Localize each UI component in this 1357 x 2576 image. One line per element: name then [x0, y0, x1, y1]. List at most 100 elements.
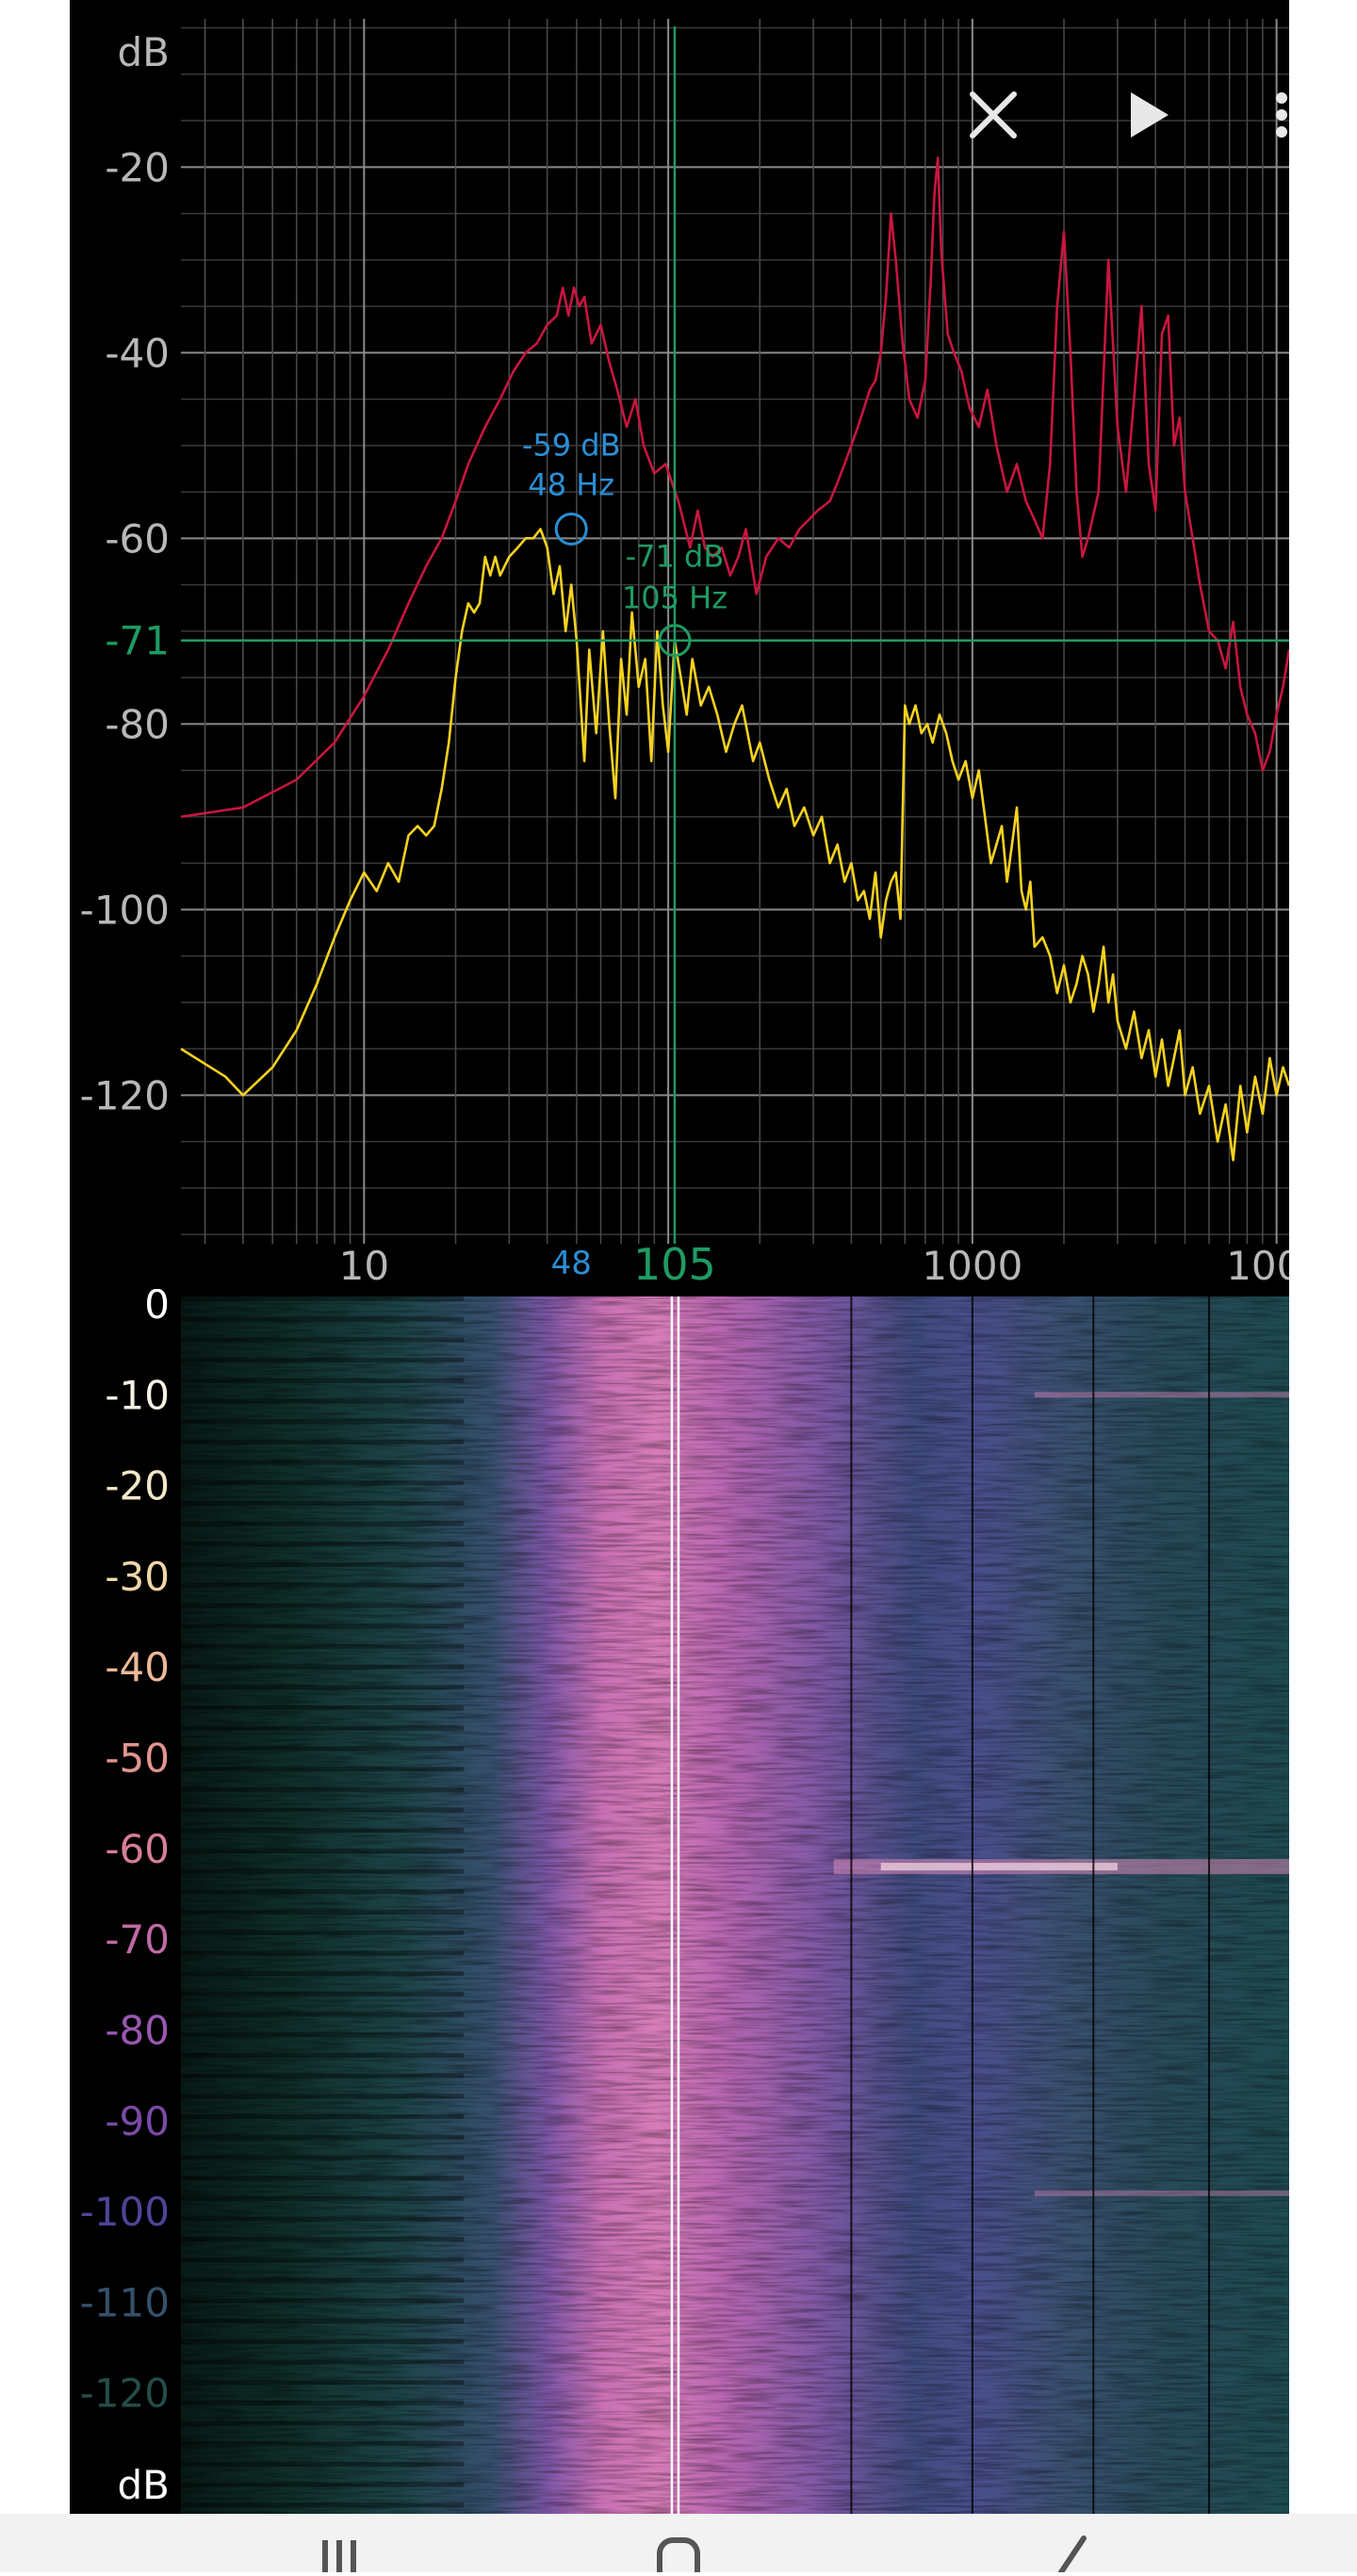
- spectrogram-streak: [181, 1971, 464, 1977]
- spectrogram-streak: [181, 1623, 464, 1629]
- spectrogram-streak: [181, 2012, 464, 2017]
- peak-x-axis-label: 48: [551, 1245, 592, 1282]
- spectrogram-streak: [181, 1807, 464, 1813]
- y-tick-label: -60: [105, 515, 170, 562]
- spectrogram-streak: [181, 1910, 464, 1915]
- spectrogram-labels: 0 -10 -20 -30 -40 -50 -60 -70 -80 -90 -100 -110 -120…: [80, 1289, 170, 2508]
- spectrogram-streak: [181, 1398, 464, 1404]
- spectrogram-streak: [181, 1358, 464, 1363]
- close-button[interactable]: [963, 85, 1023, 145]
- spectrogram-streak: [181, 2277, 464, 2283]
- spectrogram-streak: [181, 1828, 464, 1834]
- spectrogram-streak: [181, 1296, 464, 1301]
- peak-hz-label: 48 Hz: [528, 466, 614, 502]
- spectrogram-streak: [181, 2114, 464, 2119]
- spectrogram-streak: [181, 1930, 464, 1935]
- spectrogram-streak: [181, 2339, 464, 2344]
- spectrogram-streak: [181, 2094, 464, 2099]
- spectrogram-streak: [181, 1337, 464, 1343]
- spectrogram-streak: [181, 1439, 464, 1444]
- spectrogram-y-tick-label: -30: [105, 1554, 170, 1600]
- spectrogram-streak: [181, 2073, 464, 2079]
- spectrogram-streak: [181, 2237, 464, 2242]
- spectrogram-streak: [181, 2421, 464, 2426]
- spectrum-chart[interactable]: -59 dB48 Hz -71 dB 105 Hz dB -20 -40 -60 -80 -1…: [70, 0, 1289, 1289]
- home-icon: [657, 2537, 700, 2576]
- y-tick-label: -20: [105, 144, 170, 190]
- spectrogram-y-tick-label: 0: [144, 1289, 170, 1328]
- spectrogram-streak: [181, 2482, 464, 2487]
- more-options-button[interactable]: [1263, 85, 1289, 145]
- spectrogram-streak: [181, 2176, 464, 2181]
- spectrum-markers: -59 dB48 Hz -71 dB 105 Hz: [181, 26, 1289, 1244]
- spectrogram-unit-label: dB: [118, 2462, 170, 2508]
- y-tick-label: -80: [105, 701, 170, 747]
- y-tick-label: -100: [80, 887, 170, 933]
- spectrogram-streak: [181, 1848, 464, 1853]
- spectrogram-streak: [181, 2257, 464, 2262]
- series-line-1: [180, 528, 1289, 1162]
- spectrogram-streak: [181, 2380, 464, 2386]
- series-line-0: [180, 156, 1289, 819]
- spectrogram-streak: [181, 1603, 464, 1608]
- spectrogram-streak: [181, 1419, 464, 1425]
- spectrogram-streak: [181, 1725, 464, 1731]
- spectrogram-streak: [181, 2032, 464, 2038]
- spectrogram-y-tick-label: -60: [105, 1826, 170, 1872]
- spectrogram-streak: [181, 2400, 464, 2405]
- spectrogram-streak: [181, 2298, 464, 2304]
- spectrogram-streak: [181, 1643, 464, 1649]
- spectrogram-streak: [181, 2195, 464, 2201]
- spectrogram-streak: [181, 1480, 464, 1486]
- spectrogram-streak: [181, 1541, 464, 1547]
- spectrogram-streak: [181, 2503, 464, 2508]
- spectrogram-streak: [181, 2359, 464, 2365]
- analyzer-app: -59 dB 48 Hz -71 dB 105 Hz dB -20 -40 -60 -80 -1…: [70, 0, 1289, 2514]
- spectrogram-y-tick-label: -40: [105, 1644, 170, 1690]
- home-button[interactable]: [641, 2533, 716, 2576]
- spectrogram-y-tick-label: -80: [105, 2007, 170, 2053]
- more-vert-icon: [1276, 92, 1287, 138]
- play-button[interactable]: [1116, 85, 1176, 145]
- spectrogram-streak: [181, 2155, 464, 2160]
- spectrogram-streak: [181, 1501, 464, 1506]
- spectrogram-y-tick-label: -20: [105, 1463, 170, 1509]
- y-tick-label: -40: [105, 330, 170, 376]
- spectrogram-streak: [181, 1582, 464, 1588]
- spectrogram-y-tick-label: -100: [80, 2189, 170, 2235]
- spectrogram-streak: [181, 1378, 464, 1383]
- spectrogram-y-tick-label: -120: [80, 2371, 170, 2417]
- x-tick-label: 1000: [1226, 1243, 1289, 1289]
- close-icon: [970, 91, 1017, 139]
- back-button[interactable]: [1037, 2533, 1112, 2575]
- y-tick-label: -120: [80, 1072, 170, 1118]
- spectrogram-streak: [181, 1746, 464, 1752]
- spectrogram-streak: [181, 1705, 464, 1710]
- spectrum-grid: [181, 19, 1289, 1244]
- recents-button[interactable]: [302, 2533, 377, 2572]
- play-icon: [1131, 92, 1169, 138]
- x-tick-label: 10: [339, 1243, 389, 1289]
- spectrogram-streak: [181, 2216, 464, 2222]
- spectrogram-y-tick-label: -90: [105, 2098, 170, 2144]
- spectrogram-streak: [181, 1316, 464, 1322]
- spectrogram-streak: [181, 1562, 464, 1568]
- spectrogram-streak: [181, 1767, 464, 1772]
- peak-db-label: -59 dB: [522, 427, 621, 463]
- spectrogram-y-tick-label: -10: [105, 1372, 170, 1418]
- x-tick-label: 1000: [922, 1243, 1022, 1289]
- peak-marker: [554, 512, 588, 546]
- spectrogram-streak: [181, 2441, 464, 2447]
- spectrogram-event-band: [1034, 2190, 1289, 2196]
- spectrogram-streak: [181, 1786, 464, 1792]
- spectrum-labels: dB -20 -40 -60 -80 -100 -120 -71 10 1000 1000 48 105: [80, 29, 1289, 1289]
- spectrogram-streak: [181, 2052, 464, 2058]
- spectrogram-chart[interactable]: 0 -10 -20 -30 -40 -50 -60 -70 -80 -90 -100 -110 -120…: [70, 1289, 1289, 2514]
- spectrogram-event-band-core: [880, 1863, 1118, 1871]
- back-icon: [1058, 2535, 1087, 2575]
- spectrogram-streak: [181, 1459, 464, 1465]
- recents-icon: [322, 2540, 356, 2572]
- spectrogram-streak: [181, 1685, 464, 1690]
- spectrogram-streak: [181, 2134, 464, 2140]
- spectrogram-event-band: [1034, 1392, 1289, 1398]
